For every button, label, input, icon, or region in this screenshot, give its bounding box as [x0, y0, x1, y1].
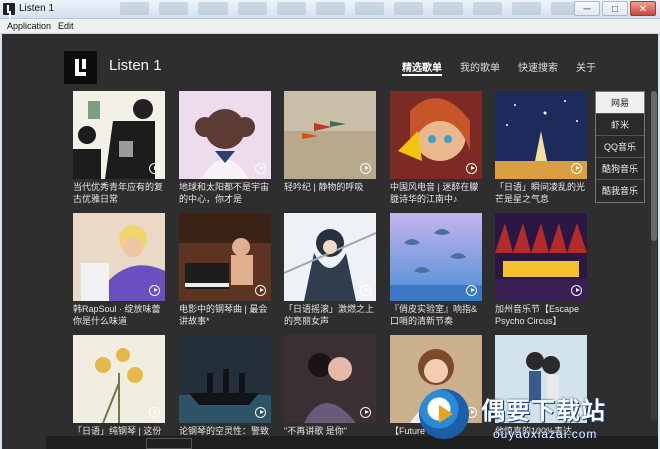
- source-kuwo[interactable]: 酷我音乐: [596, 180, 644, 202]
- blurred-taskbar: [120, 2, 581, 17]
- playlist-title[interactable]: 中国风电音 | 迷醉在朦胧诗华的江南中♪: [390, 181, 482, 205]
- app-name: Listen 1: [109, 57, 162, 74]
- playlist-card[interactable]: "不再讲歌 是你": [284, 335, 376, 449]
- playlist-cover[interactable]: [179, 213, 271, 301]
- playlist-title[interactable]: 「日语摇滚」激燃之上的亮丽女声: [284, 303, 376, 327]
- watermark-logo-icon: [419, 389, 469, 439]
- source-netease[interactable]: 网易: [596, 92, 644, 114]
- tab-about[interactable]: 关于: [576, 59, 596, 74]
- play-circle-icon[interactable]: [149, 285, 160, 296]
- playlist-card[interactable]: 「日语」瞬间凌乱的光芒是星之气息: [495, 91, 587, 205]
- play-circle-icon[interactable]: [255, 285, 266, 296]
- source-qq-music[interactable]: QQ音乐: [596, 136, 644, 158]
- close-button[interactable]: ✕: [630, 1, 656, 16]
- play-circle-icon[interactable]: [360, 285, 371, 296]
- player-control-slot[interactable]: [206, 438, 252, 449]
- menu-application[interactable]: Application: [7, 21, 51, 31]
- playlist-card[interactable]: 轻吟纪 | 静物的呼吸: [284, 91, 376, 205]
- playlist-cover[interactable]: [284, 91, 376, 179]
- tab-quick-search[interactable]: 快速搜索: [518, 59, 558, 74]
- menu-edit[interactable]: Edit: [58, 21, 74, 31]
- play-circle-icon[interactable]: [360, 407, 371, 418]
- playlist-title[interactable]: 加州音乐节【Escape Psycho Circus】: [495, 303, 587, 327]
- playlist-title[interactable]: 地球和太阳都不是宇宙的中心，你才是: [179, 181, 271, 205]
- playlist-cover[interactable]: [495, 213, 587, 301]
- music-source-list: 网易 虾米 QQ音乐 酷狗音乐 酷我音乐: [595, 91, 645, 203]
- menu-bar: Application Edit: [0, 19, 660, 34]
- tab-my-playlists[interactable]: 我的歌单: [460, 59, 500, 74]
- playlist-card[interactable]: 当代优秀青年应有的复古优雅日常: [73, 91, 165, 205]
- playlist-card[interactable]: 中国风电音 | 迷醉在朦胧诗华的江南中♪: [390, 91, 482, 205]
- window-controls: ─ □ ✕: [574, 1, 656, 16]
- app-logo: [64, 51, 97, 84]
- playlist-card[interactable]: 加州音乐节【Escape Psycho Circus】: [495, 213, 587, 327]
- playlist-cover[interactable]: [73, 213, 165, 301]
- play-circle-icon[interactable]: [571, 163, 582, 174]
- play-circle-icon[interactable]: [255, 407, 266, 418]
- watermark-title: 偶要下载站: [481, 398, 606, 425]
- playlist-cover[interactable]: [73, 91, 165, 179]
- play-circle-icon[interactable]: [466, 163, 477, 174]
- window-titlebar[interactable]: Listen 1 ─ □ ✕: [0, 0, 660, 19]
- playlist-card[interactable]: 电影中的钢琴曲 | 最会讲故事*: [179, 213, 271, 327]
- minimize-button[interactable]: ─: [574, 1, 600, 16]
- play-circle-icon[interactable]: [360, 163, 371, 174]
- scrollbar-thumb[interactable]: [651, 91, 657, 241]
- playlist-title[interactable]: 「日语」瞬间凌乱的光芒是星之气息: [495, 181, 587, 205]
- play-circle-icon[interactable]: [149, 407, 160, 418]
- playlist-cover[interactable]: [73, 335, 165, 423]
- playlist-card[interactable]: 『俏皮实验室』响指&口哨的清新节奏: [390, 213, 482, 327]
- playlist-cover[interactable]: [179, 91, 271, 179]
- playlist-title[interactable]: 『俏皮实验室』响指&口哨的清新节奏: [390, 303, 482, 327]
- play-circle-icon[interactable]: [255, 163, 266, 174]
- player-control-slot[interactable]: [146, 438, 192, 449]
- playlist-cover[interactable]: [390, 91, 482, 179]
- app-icon: [3, 3, 15, 15]
- playlist-cover[interactable]: [284, 213, 376, 301]
- watermark-url: ouyaoxiazai.com: [493, 427, 598, 441]
- source-kugou[interactable]: 酷狗音乐: [596, 158, 644, 180]
- playlist-card[interactable]: 地球和太阳都不是宇宙的中心，你才是: [179, 91, 271, 205]
- playlist-cover[interactable]: [179, 335, 271, 423]
- playlist-cover[interactable]: [495, 91, 587, 179]
- play-circle-icon[interactable]: [571, 285, 582, 296]
- playlist-cover[interactable]: [390, 213, 482, 301]
- playlist-title[interactable]: 当代优秀青年应有的复古优雅日常: [73, 181, 165, 205]
- playlist-card[interactable]: 韩RapSoul · 绽放味蕾你是什么味道: [73, 213, 165, 327]
- playlist-card[interactable]: 「日语」纯钢琴 | 这份: [73, 335, 165, 449]
- play-circle-icon[interactable]: [149, 163, 160, 174]
- play-circle-icon[interactable]: [466, 285, 477, 296]
- vertical-scrollbar[interactable]: [651, 91, 657, 421]
- playlist-title[interactable]: 韩RapSoul · 绽放味蕾你是什么味道: [73, 303, 165, 327]
- playlist-cover[interactable]: [284, 335, 376, 423]
- window-title: Listen 1: [19, 3, 55, 14]
- playlist-card[interactable]: 论钢琴的空灵性：警致: [179, 335, 271, 449]
- maximize-button[interactable]: □: [602, 1, 628, 16]
- playlist-title[interactable]: 电影中的钢琴曲 | 最会讲故事*: [179, 303, 271, 327]
- source-xiami[interactable]: 虾米: [596, 114, 644, 136]
- tab-featured-playlists[interactable]: 精选歌单: [402, 59, 442, 76]
- playlist-title[interactable]: 轻吟纪 | 静物的呼吸: [284, 181, 376, 205]
- playlist-card[interactable]: 「日语摇滚」激燃之上的亮丽女声: [284, 213, 376, 327]
- site-watermark: 偶要下载站 ouyaoxiazai.com: [415, 383, 658, 449]
